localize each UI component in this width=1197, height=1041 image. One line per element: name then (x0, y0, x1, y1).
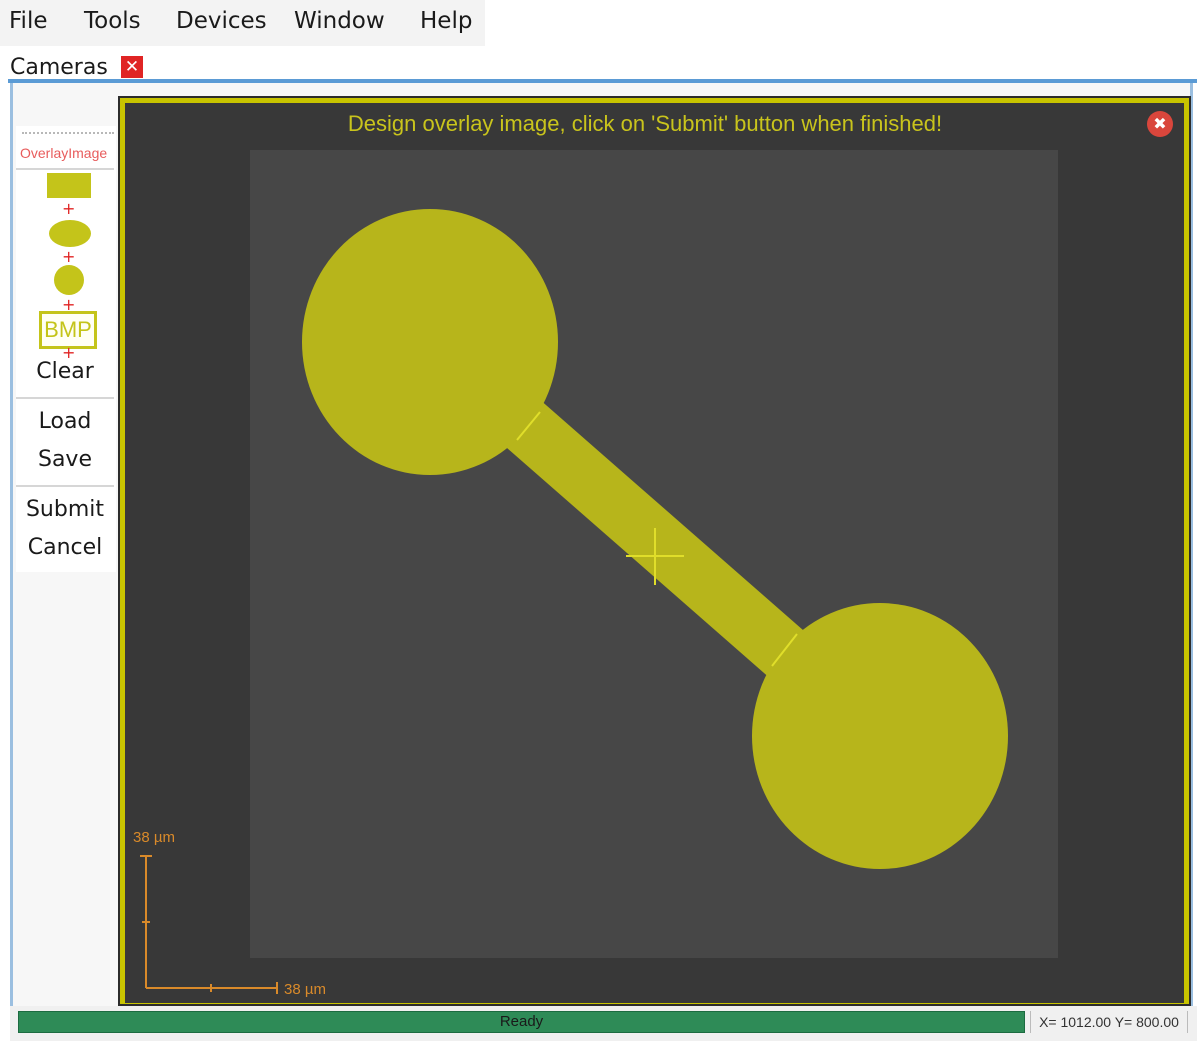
cursor-coordinates: X= 1012.00 Y= 800.00 (1030, 1011, 1188, 1033)
overlay-circle-top[interactable] (302, 209, 558, 475)
scale-bar (140, 855, 278, 994)
scale-x-label: 38 µm (284, 981, 326, 998)
scale-y-label: 38 µm (133, 829, 175, 846)
overlay-shapes (140, 209, 1008, 994)
status-text: Ready (499, 1013, 544, 1030)
